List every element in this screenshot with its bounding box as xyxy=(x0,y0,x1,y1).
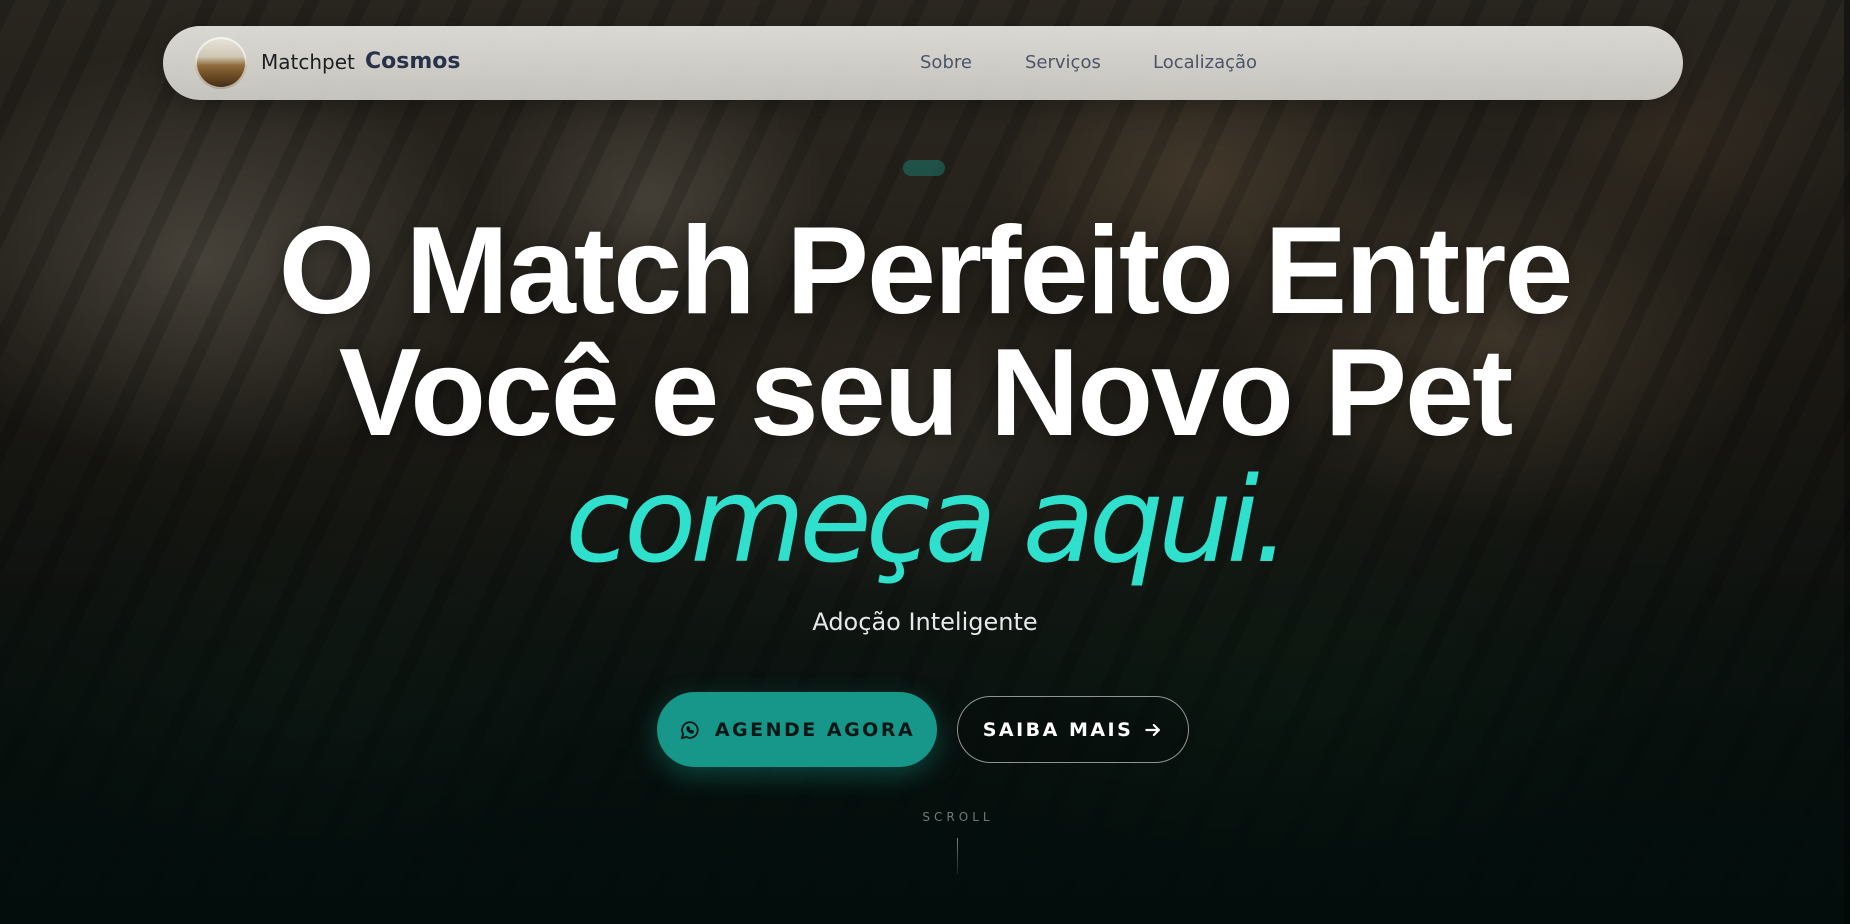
hero-tagline: Adoção Inteligente xyxy=(812,608,1038,636)
brand-name[interactable]: Matchpet xyxy=(261,50,355,74)
learn-more-button[interactable]: SAIBA MAIS xyxy=(957,696,1189,763)
scrollbar-thumb[interactable] xyxy=(1844,0,1850,130)
navbar: Matchpet Cosmos Sobre Serviços Localizaç… xyxy=(163,26,1683,100)
decorative-pill xyxy=(903,160,945,176)
hero-headline: O Match Perfeito Entre Você e seu Novo P… xyxy=(0,202,1850,462)
scroll-indicator-label: SCROLL xyxy=(922,810,994,824)
arrow-right-icon xyxy=(1143,720,1163,740)
learn-more-label: SAIBA MAIS xyxy=(982,718,1134,741)
brand-subtitle[interactable]: Cosmos xyxy=(365,49,461,74)
headline-line-2: Você e seu Novo Pet xyxy=(338,324,1514,462)
headline-accent: começa aqui. xyxy=(565,451,1291,589)
schedule-now-label: AGENDE AGORA xyxy=(714,718,916,741)
nav-link-servicos[interactable]: Serviços xyxy=(1025,52,1101,73)
schedule-now-button[interactable]: AGENDE AGORA xyxy=(657,692,937,767)
nav-link-sobre[interactable]: Sobre xyxy=(920,52,972,73)
hero-section: Matchpet Cosmos Sobre Serviços Localizaç… xyxy=(0,0,1850,924)
scroll-indicator-line xyxy=(957,838,958,874)
whatsapp-icon xyxy=(679,719,701,741)
logo-avatar[interactable] xyxy=(195,37,247,89)
headline-line-1: O Match Perfeito Entre xyxy=(278,202,1574,340)
page-scrollbar[interactable] xyxy=(1844,0,1850,924)
nav-link-localizacao[interactable]: Localização xyxy=(1153,52,1257,73)
